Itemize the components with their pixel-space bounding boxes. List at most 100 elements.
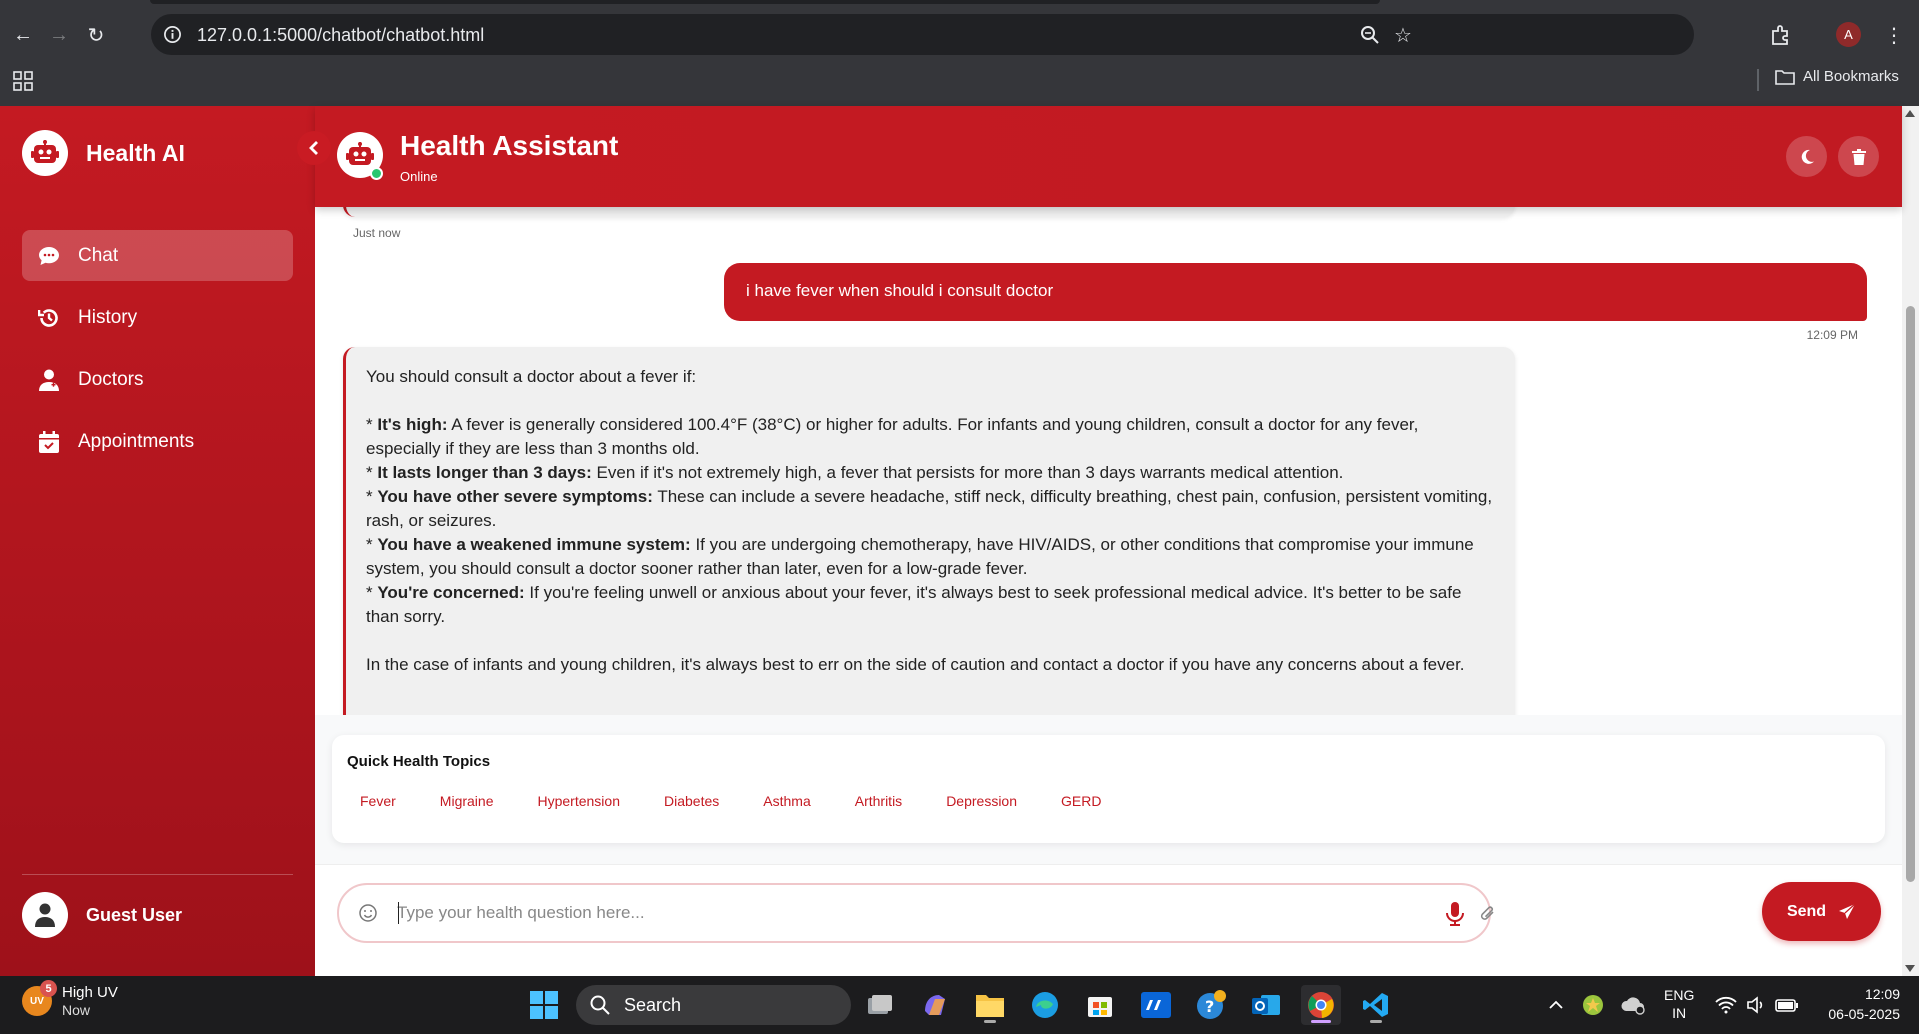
trash-icon xyxy=(1851,148,1866,165)
weather-title: High UV xyxy=(62,984,118,1001)
running-indicator xyxy=(1311,1020,1331,1023)
weather-subtitle: Now xyxy=(62,1002,91,1018)
sidebar-item-chat[interactable]: Chat xyxy=(22,230,293,281)
message-list[interactable]: Just now i have fever when should i cons… xyxy=(315,207,1902,715)
system-clock[interactable]: 12:09 06-05-2025 xyxy=(1818,984,1900,1024)
sidebar-item-label: Doctors xyxy=(78,368,144,390)
zoom-icon[interactable] xyxy=(1359,24,1381,46)
app-root: Health AI Chat History Doctors Appointme… xyxy=(0,106,1919,976)
all-bookmarks-button[interactable]: All Bookmarks xyxy=(1775,68,1899,85)
weather-icon: UV 5 xyxy=(22,980,57,1016)
address-bar[interactable]: 127.0.0.1:5000/chatbot/chatbot.html ☆ xyxy=(151,14,1694,55)
message-timestamp: 12:09 PM xyxy=(1806,328,1858,342)
taskbar-search[interactable]: Search xyxy=(576,985,851,1025)
running-indicator xyxy=(984,1020,996,1023)
user-profile[interactable]: Guest User xyxy=(22,892,182,938)
language-code: ENG xyxy=(1664,987,1695,1003)
user-message-bubble: i have fever when should i consult docto… xyxy=(724,263,1867,321)
topic-chip-fever[interactable]: Fever xyxy=(347,787,409,815)
edge-icon[interactable] xyxy=(1025,985,1065,1025)
extensions-icon[interactable] xyxy=(1766,20,1796,50)
sidebar-item-label: Appointments xyxy=(78,430,195,452)
calendar-icon xyxy=(38,430,60,453)
reload-icon[interactable]: ↻ xyxy=(81,20,111,50)
bot-point: * It's high: A fever is generally consid… xyxy=(366,415,1419,458)
chat-header: Health Assistant Online xyxy=(315,106,1902,207)
sidebar-nav: Chat History Doctors Appointments xyxy=(22,230,293,478)
help-icon[interactable]: ? xyxy=(1191,985,1231,1025)
weather-badge: 5 xyxy=(40,980,57,997)
region-code: IN xyxy=(1672,1005,1687,1021)
history-icon xyxy=(38,307,60,329)
sidebar-item-label: History xyxy=(78,306,138,328)
user-name: Guest User xyxy=(86,904,183,925)
tray-overflow-chevron-icon[interactable] xyxy=(1536,985,1576,1025)
topic-chip-gerd[interactable]: GERD xyxy=(1048,787,1115,815)
robot-logo-icon xyxy=(22,130,68,176)
topic-chip-arthritis[interactable]: Arthritis xyxy=(841,787,916,815)
topic-chip-diabetes[interactable]: Diabetes xyxy=(651,787,733,815)
url-text[interactable]: 127.0.0.1:5000/chatbot/chatbot.html xyxy=(197,25,484,46)
topic-chip-depression[interactable]: Depression xyxy=(933,787,1031,815)
scroll-thumb[interactable] xyxy=(1906,306,1915,882)
scroll-down-arrow[interactable] xyxy=(1905,965,1915,972)
myhp-icon[interactable] xyxy=(1136,985,1176,1025)
copilot-icon[interactable] xyxy=(915,985,955,1025)
task-view-icon[interactable] xyxy=(860,985,900,1025)
bot-point: * You're concerned: If you're feeling un… xyxy=(366,583,1462,626)
forward-icon[interactable]: → xyxy=(44,20,74,50)
menu-kebab-icon[interactable]: ⋮ xyxy=(1879,20,1909,50)
sidebar-item-doctors[interactable]: Doctors xyxy=(22,354,293,405)
emoji-icon[interactable] xyxy=(358,903,378,923)
chat-main: Health Assistant Online Just now i have … xyxy=(315,106,1902,976)
input-language[interactable]: ENG IN xyxy=(1664,986,1694,1022)
back-icon[interactable]: ← xyxy=(8,20,38,50)
brand-name: Health AI xyxy=(86,139,185,166)
site-info-icon[interactable] xyxy=(163,25,182,44)
windows-start-icon[interactable] xyxy=(524,985,564,1025)
topic-chip-hypertension[interactable]: Hypertension xyxy=(524,787,633,815)
weather-widget[interactable]: UV 5 High UV Now xyxy=(22,980,118,1018)
sidebar-item-appointments[interactable]: Appointments xyxy=(22,416,293,467)
bookmark-separator xyxy=(1757,69,1759,91)
clear-chat-button[interactable] xyxy=(1838,136,1879,177)
sidebar-collapse-button[interactable] xyxy=(297,131,331,165)
send-button[interactable]: Send xyxy=(1762,882,1881,941)
paper-plane-icon xyxy=(1839,903,1856,919)
moon-icon xyxy=(1801,149,1814,164)
profile-avatar[interactable]: A xyxy=(1836,22,1861,47)
vscode-icon[interactable] xyxy=(1356,985,1396,1025)
message-input-wrapper[interactable] xyxy=(337,883,1494,943)
topic-chip-migraine[interactable]: Migraine xyxy=(426,787,507,815)
previous-bot-message xyxy=(343,207,1515,217)
chrome-icon[interactable] xyxy=(1301,985,1341,1025)
microphone-icon[interactable] xyxy=(1444,901,1466,927)
online-indicator xyxy=(370,167,383,180)
outlook-icon[interactable] xyxy=(1246,985,1286,1025)
battery-icon[interactable] xyxy=(1767,985,1807,1025)
chevron-left-icon xyxy=(309,141,318,155)
clock-date: 06-05-2025 xyxy=(1828,1006,1900,1022)
paperclip-icon[interactable] xyxy=(1478,903,1498,925)
microsoft-store-icon[interactable] xyxy=(1080,985,1120,1025)
bot-message-bubble: You should consult a doctor about a feve… xyxy=(343,347,1515,715)
onedrive-sync-icon[interactable] xyxy=(1613,985,1653,1025)
user-avatar-icon xyxy=(22,892,68,938)
folder-icon xyxy=(1775,69,1795,85)
chat-icon xyxy=(38,245,60,267)
theme-toggle-button[interactable] xyxy=(1786,136,1827,177)
bookmark-star-icon[interactable]: ☆ xyxy=(1392,24,1414,47)
page-scrollbar[interactable] xyxy=(1902,106,1919,976)
tray-app-icon[interactable] xyxy=(1573,985,1613,1025)
sidebar-item-history[interactable]: History xyxy=(22,292,293,343)
text-caret xyxy=(398,902,399,924)
message-input[interactable] xyxy=(397,899,1407,927)
topic-chip-list: Fever Migraine Hypertension Diabetes Ast… xyxy=(347,787,1115,815)
scroll-up-arrow[interactable] xyxy=(1905,110,1915,117)
topic-chip-asthma[interactable]: Asthma xyxy=(750,787,824,815)
windows-taskbar: UV 5 High UV Now Search ? ENG IN 12:09 0… xyxy=(0,976,1919,1034)
message-timestamp: Just now xyxy=(353,226,401,240)
file-explorer-icon[interactable] xyxy=(970,985,1010,1025)
apps-grid-icon[interactable] xyxy=(12,70,34,92)
sidebar: Health AI Chat History Doctors Appointme… xyxy=(0,106,315,976)
